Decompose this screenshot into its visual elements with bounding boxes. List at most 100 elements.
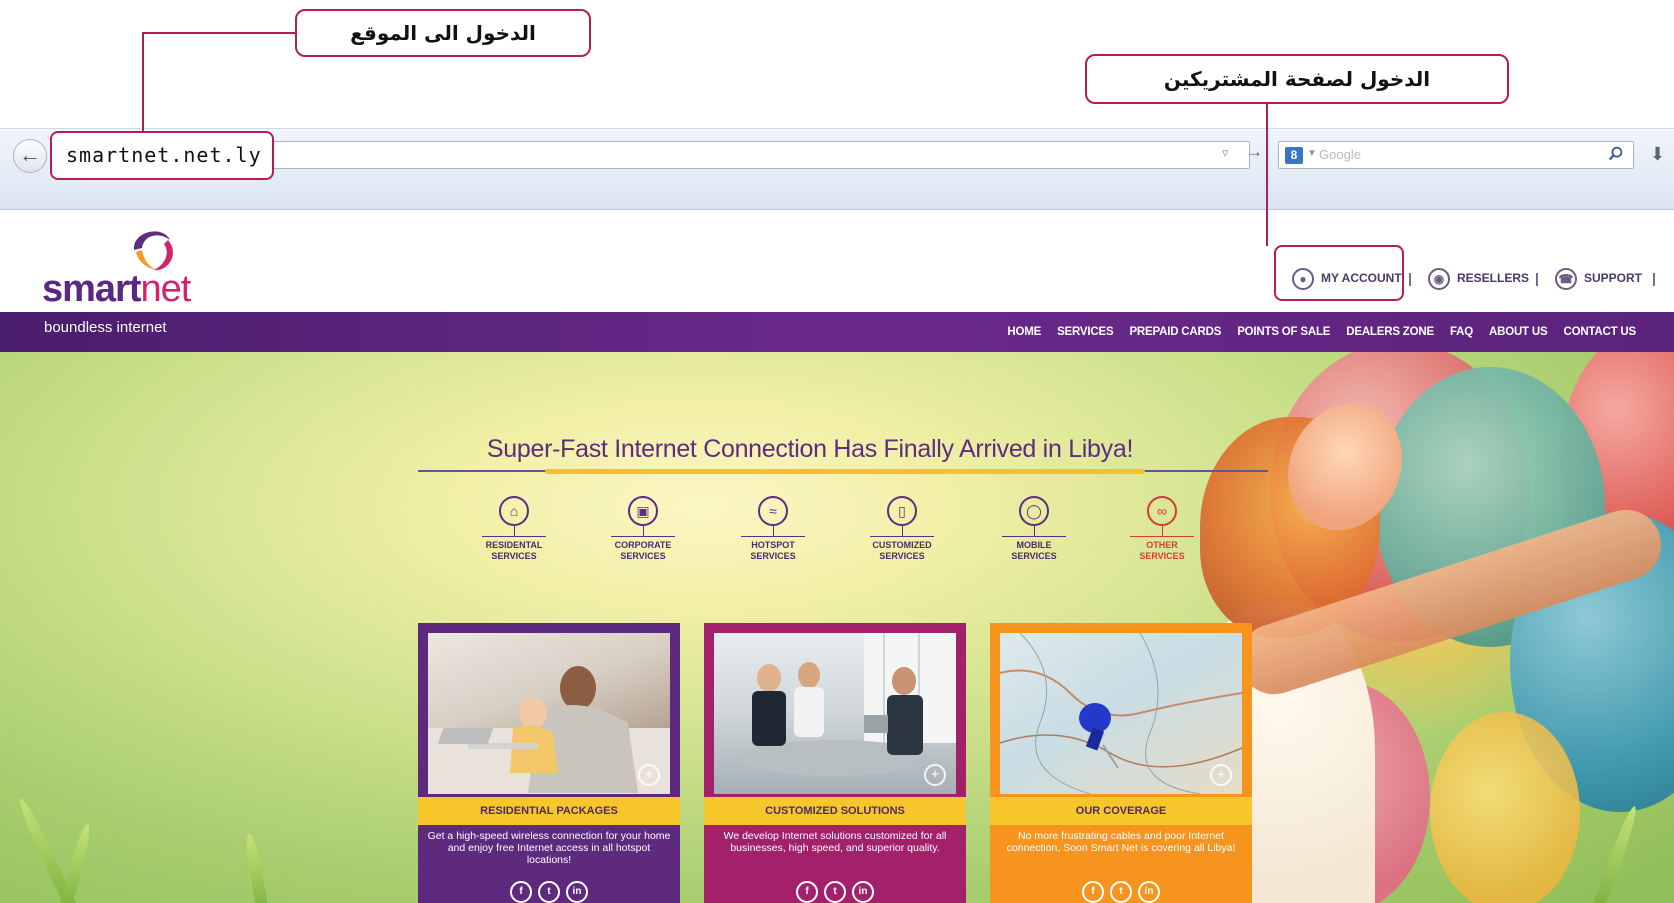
service-residential[interactable]: ⌂ RESIDENTAL SERVICES [464, 496, 564, 562]
balloon-image [1430, 712, 1580, 903]
service-label: SERVICES [750, 551, 796, 561]
service-label: HOTSPOT [751, 540, 795, 550]
nav-prepaid-cards[interactable]: PREPAID CARDS [1129, 326, 1221, 338]
site-login-callout: الدخول الى الموقع [295, 9, 591, 57]
tablet-icon: ▯ [887, 496, 917, 526]
dropdown-icon[interactable]: ▿ [1222, 145, 1229, 161]
chevron-down-icon[interactable]: ▼ [1307, 148, 1317, 159]
topnav-label: RESELLERS [1457, 271, 1530, 285]
logo-wordmark: smartnet [42, 268, 192, 311]
grass-decoration [58, 822, 94, 903]
grass-decoration [1591, 804, 1641, 903]
social-links: f t in [704, 881, 966, 903]
service-label: OTHER [1146, 540, 1178, 550]
card-text: No more frustrating cables and poor Inte… [1006, 830, 1236, 854]
svc-rule [1130, 536, 1194, 537]
facebook-icon[interactable]: f [796, 881, 818, 903]
nav-services[interactable]: SERVICES [1057, 326, 1114, 338]
logo-tagline: boundless internet [44, 319, 167, 336]
office-photo: + [714, 633, 956, 794]
briefcase-icon: ▣ [628, 496, 658, 526]
card-title[interactable]: CUSTOMIZED SOLUTIONS [704, 797, 966, 825]
twitter-icon[interactable]: t [1110, 881, 1132, 903]
family-photo: + [428, 633, 670, 794]
zoom-icon[interactable]: + [638, 764, 660, 786]
hero-banner: Super-Fast Internet Connection Has Final… [0, 352, 1674, 903]
map-illustration [1000, 633, 1242, 794]
linkedin-icon[interactable]: in [852, 881, 874, 903]
bulb-icon: ◯ [1019, 496, 1049, 526]
url-text[interactable]: smartnet.net.ly [50, 131, 274, 180]
topnav-label: SUPPORT [1584, 271, 1643, 285]
service-label: SERVICES [491, 551, 537, 561]
nav-home[interactable]: HOME [1007, 326, 1041, 338]
service-label: SERVICES [879, 551, 925, 561]
svc-stem [1161, 526, 1163, 536]
divider: | [1535, 270, 1539, 286]
social-links: f t in [990, 881, 1252, 903]
callout-connector [142, 32, 144, 132]
zoom-icon[interactable]: + [1210, 764, 1232, 786]
nav-points-of-sale[interactable]: POINTS OF SALE [1237, 326, 1330, 338]
service-label: SERVICES [1139, 551, 1185, 561]
service-other[interactable]: ∞ OTHER SERVICES [1112, 496, 1212, 562]
svc-rule [611, 536, 675, 537]
svc-rule [1002, 536, 1066, 537]
logo-word-smart: smart [42, 268, 141, 310]
card-title[interactable]: RESIDENTIAL PACKAGES [418, 797, 680, 825]
nav-contact-us[interactable]: CONTACT US [1563, 326, 1636, 338]
search-bar[interactable]: 8 ▼ Google [1278, 141, 1634, 169]
card-text: We develop Internet solutions customized… [723, 830, 947, 854]
nav-about-us[interactable]: ABOUT US [1489, 326, 1548, 338]
nav-dealers-zone[interactable]: DEALERS ZONE [1346, 326, 1434, 338]
twitter-icon[interactable]: t [538, 881, 560, 903]
service-corporate[interactable]: ▣ CORPORATE SERVICES [593, 496, 693, 562]
user-icon: ● [1292, 267, 1314, 290]
headline-accent [545, 469, 1145, 474]
service-label: SERVICES [1011, 551, 1057, 561]
svc-stem [1033, 526, 1035, 536]
facebook-icon[interactable]: f [1082, 881, 1104, 903]
service-label: MOBILE [1016, 540, 1052, 550]
card-our-coverage[interactable]: + OUR COVERAGE No more frustrating cable… [990, 623, 1252, 903]
card-customized-solutions[interactable]: + CUSTOMIZED SOLUTIONS We develop Intern… [704, 623, 966, 903]
service-hotspot[interactable]: ≈ HOTSPOT SERVICES [723, 496, 823, 562]
subscriber-login-callout: الدخول لصفحة المشتريكين [1085, 54, 1509, 104]
callout-connector [1266, 104, 1268, 246]
search-engine-icon[interactable]: 8 [1285, 147, 1303, 164]
svc-rule [482, 536, 546, 537]
linkedin-icon[interactable]: in [1138, 881, 1160, 903]
zoom-icon[interactable]: + [924, 764, 946, 786]
svc-stem [772, 526, 774, 536]
service-label: SERVICES [620, 551, 666, 561]
group-icon: ◉ [1428, 267, 1450, 290]
service-label: CUSTOMIZED [872, 540, 932, 550]
twitter-icon[interactable]: t [824, 881, 846, 903]
family-illustration [428, 666, 670, 794]
svc-rule [870, 536, 934, 537]
topnav-resellers[interactable]: ◉ RESELLERS [1428, 263, 1529, 293]
topnav-support[interactable]: ☎ SUPPORT [1555, 263, 1642, 293]
service-mobile[interactable]: ◯ MOBILE SERVICES [984, 496, 1084, 562]
card-residential-packages[interactable]: + RESIDENTIAL PACKAGES Get a high-speed … [418, 623, 680, 903]
card-title[interactable]: OUR COVERAGE [990, 797, 1252, 825]
download-icon[interactable]: ⬇ [1650, 144, 1665, 165]
service-customized[interactable]: ▯ CUSTOMIZED SERVICES [852, 496, 952, 562]
social-links: f t in [418, 881, 680, 903]
divider: | [1652, 270, 1656, 286]
map-photo: + [1000, 633, 1242, 794]
office-illustration [739, 633, 956, 776]
logo-word-net: net [140, 268, 192, 310]
link-icon: ∞ [1147, 496, 1177, 526]
go-arrow-icon[interactable]: → [1246, 142, 1263, 162]
main-nav: HOME SERVICES PREPAID CARDS POINTS OF SA… [991, 326, 1636, 338]
topnav-my-account[interactable]: ● MY ACCOUNT [1292, 263, 1402, 293]
search-icon[interactable] [1607, 145, 1625, 163]
facebook-icon[interactable]: f [510, 881, 532, 903]
nav-faq[interactable]: FAQ [1450, 326, 1473, 338]
phone-icon: ☎ [1555, 267, 1577, 290]
linkedin-icon[interactable]: in [566, 881, 588, 903]
topnav-label: MY ACCOUNT [1321, 271, 1402, 285]
divider: | [1408, 270, 1412, 286]
back-arrow-icon[interactable]: ← [13, 139, 47, 173]
